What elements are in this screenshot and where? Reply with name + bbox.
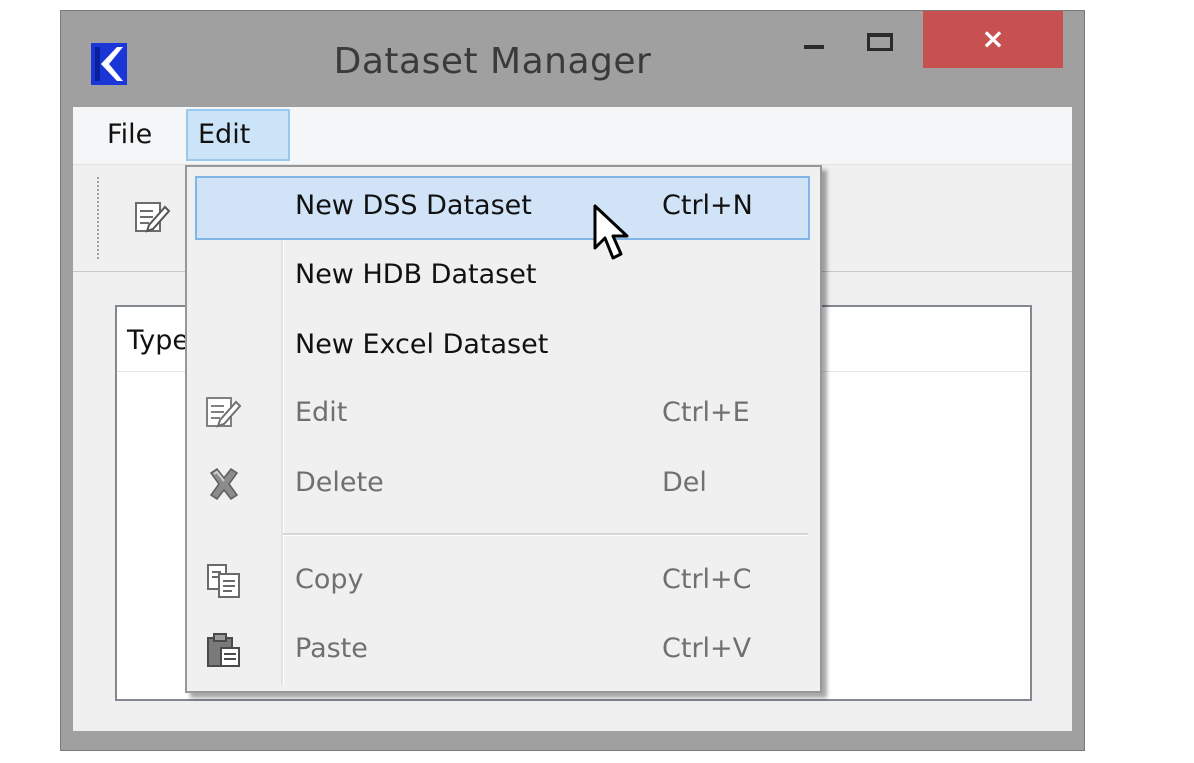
maximize-icon: [867, 33, 893, 51]
menu-item-shortcut: Ctrl+E: [662, 397, 750, 428]
menu-item-new-dss-dataset[interactable]: New DSS Dataset Ctrl+N: [195, 176, 810, 240]
menu-item-edit[interactable]: Edit Ctrl+E: [187, 383, 820, 447]
edit-icon: [206, 397, 242, 428]
menu-item-copy[interactable]: Copy Ctrl+C: [187, 550, 820, 614]
mouse-cursor-icon: [593, 204, 629, 260]
menu-item-new-hdb-dataset[interactable]: New HDB Dataset: [187, 245, 820, 309]
maximize-button[interactable]: [851, 11, 921, 68]
menu-item-label: Copy: [295, 564, 364, 595]
toolbar-grip[interactable]: [97, 177, 103, 259]
menu-edit[interactable]: Edit: [186, 109, 290, 161]
close-icon: ×: [981, 22, 1005, 55]
menu-item-shortcut: Ctrl+N: [662, 190, 753, 221]
menu-item-shortcut: Del: [662, 467, 707, 498]
menu-item-label: New HDB Dataset: [295, 259, 537, 290]
menu-item-label: Edit: [295, 397, 348, 428]
delete-icon: [209, 467, 239, 501]
menu-item-shortcut: Ctrl+C: [662, 564, 752, 595]
minimize-icon: [804, 45, 824, 49]
title-bar[interactable]: Dataset Manager ×: [61, 11, 1084, 107]
menu-file[interactable]: File: [97, 109, 162, 161]
minimize-button[interactable]: [776, 11, 846, 68]
menu-item-label: Paste: [295, 633, 368, 664]
paste-icon: [207, 633, 240, 667]
menu-item-new-excel-dataset[interactable]: New Excel Dataset: [187, 315, 820, 379]
copy-icon: [207, 564, 240, 598]
edit-menu-dropdown: New DSS Dataset Ctrl+N New HDB Dataset N…: [185, 165, 822, 693]
menu-item-paste[interactable]: Paste Ctrl+V: [187, 619, 820, 683]
menu-item-shortcut: Ctrl+V: [662, 633, 752, 664]
column-header-type[interactable]: Type: [127, 325, 189, 356]
menu-item-label: New Excel Dataset: [295, 329, 549, 360]
menu-item-label: Delete: [295, 467, 384, 498]
menu-separator: [283, 533, 808, 536]
menu-item-delete[interactable]: Delete Del: [187, 453, 820, 517]
menu-item-label: New DSS Dataset: [295, 190, 532, 221]
close-button[interactable]: ×: [923, 11, 1063, 68]
menu-bar: File Edit: [73, 107, 1072, 165]
edit-icon[interactable]: [135, 201, 171, 235]
